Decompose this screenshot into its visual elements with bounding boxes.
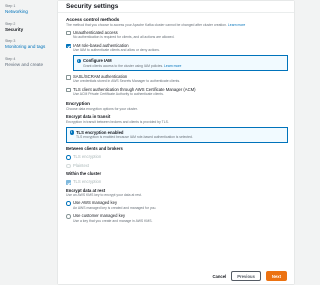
- radio-between-plaintext[interactable]: [66, 163, 71, 169]
- cancel-button[interactable]: Cancel: [212, 274, 226, 279]
- checkbox-sasl-scram[interactable]: [66, 75, 71, 80]
- learn-more-link[interactable]: Learn more: [164, 64, 181, 68]
- option-iam[interactable]: IAM role-based authentication Use IAM to…: [66, 43, 288, 53]
- wizard-steps-nav: Step 1 Networking Step 2 Security Step 3…: [0, 0, 56, 285]
- info-text: TLS encryption is enabled because IAM ro…: [76, 135, 193, 140]
- radio-between-tls[interactable]: [66, 155, 71, 160]
- radio-aws-managed-key[interactable]: [66, 201, 71, 206]
- option-label: TLS encryption: [73, 179, 102, 185]
- within-label: Within the cluster: [66, 170, 102, 176]
- wizard-step-monitoring[interactable]: Step 3 Monitoring and tags: [5, 39, 56, 50]
- step-label[interactable]: Networking: [5, 9, 56, 15]
- wizard-step-security: Step 2 Security: [5, 22, 56, 33]
- previous-button[interactable]: Previous: [231, 271, 261, 281]
- option-customer-managed-key[interactable]: Use customer managed key Use a key that …: [66, 213, 288, 223]
- option-tls-acm[interactable]: TLS client authentication through AWS Ce…: [66, 87, 288, 97]
- option-unauthenticated[interactable]: Unauthenticated access No authentication…: [66, 30, 288, 40]
- iam-info-alert: i Configure IAM Grant clients access to …: [73, 55, 288, 71]
- learn-more-link[interactable]: Learn more: [228, 23, 245, 27]
- option-within-tls[interactable]: TLS encryption: [66, 179, 288, 185]
- panel-content: Access control methods The method that y…: [66, 15, 288, 223]
- security-settings-panel: Security settings Access control methods…: [58, 1, 294, 284]
- checkbox-tls-acm[interactable]: [66, 87, 71, 93]
- access-control-desc: The method that you choose to access you…: [66, 23, 288, 27]
- step-label: Review and create: [5, 61, 44, 67]
- panel-divider: [58, 12, 294, 13]
- option-desc: Use IAM to authenticate clients and allo…: [73, 47, 160, 52]
- wizard-step-review: Step 4 Review and create: [5, 57, 56, 68]
- option-sasl-scram[interactable]: SASL/SCRAM authentication Use credential…: [66, 74, 288, 84]
- step-label[interactable]: Monitoring and tags: [5, 44, 56, 50]
- option-label: Plaintext: [73, 162, 90, 168]
- option-desc: Use credentials stored in AWS Secrets Ma…: [73, 79, 181, 84]
- wizard-footer: Cancel Previous Next: [212, 271, 287, 281]
- checkbox-iam[interactable]: [66, 43, 71, 48]
- checkbox-unauthenticated[interactable]: [66, 30, 71, 36]
- step-label: Security: [5, 26, 24, 32]
- tls-info-alert: i TLS encryption enabled TLS encryption …: [66, 126, 288, 143]
- option-label: TLS encryption: [73, 154, 102, 160]
- option-aws-managed-key[interactable]: Use AWS managed key An AWS managed key i…: [66, 200, 288, 210]
- option-desc: An AWS managed key is created and manage…: [73, 205, 157, 210]
- wizard-step-networking[interactable]: Step 1 Networking: [5, 4, 56, 15]
- option-desc: No authentication is required for client…: [73, 35, 175, 40]
- checkbox-within-tls[interactable]: [66, 180, 71, 185]
- between-label: Between clients and brokers: [66, 145, 123, 151]
- option-desc: Use ACM Private Certificate Authority to…: [73, 92, 164, 97]
- encryption-desc: Choose data encryption options for your …: [66, 106, 138, 111]
- next-button[interactable]: Next: [265, 271, 287, 281]
- radio-customer-managed-key[interactable]: [66, 214, 71, 219]
- at-rest-desc: Use an AWS KMS key to encrypt your data …: [66, 193, 142, 198]
- info-text-body: Grant clients access to the cluster usin…: [83, 63, 164, 68]
- panel-title: Security settings: [66, 3, 119, 10]
- access-desc-text: The method that you choose to access you…: [66, 22, 227, 27]
- option-desc: Use a key that you create and manage in …: [73, 218, 153, 223]
- info-icon: i: [76, 58, 81, 64]
- info-text: Grant clients access to the cluster usin…: [83, 64, 284, 68]
- info-icon: i: [69, 130, 74, 135]
- option-between-plaintext[interactable]: Plaintext: [66, 162, 288, 169]
- option-between-tls[interactable]: TLS encryption: [66, 154, 288, 160]
- in-transit-desc: Encryption in transit between brokers an…: [66, 119, 169, 124]
